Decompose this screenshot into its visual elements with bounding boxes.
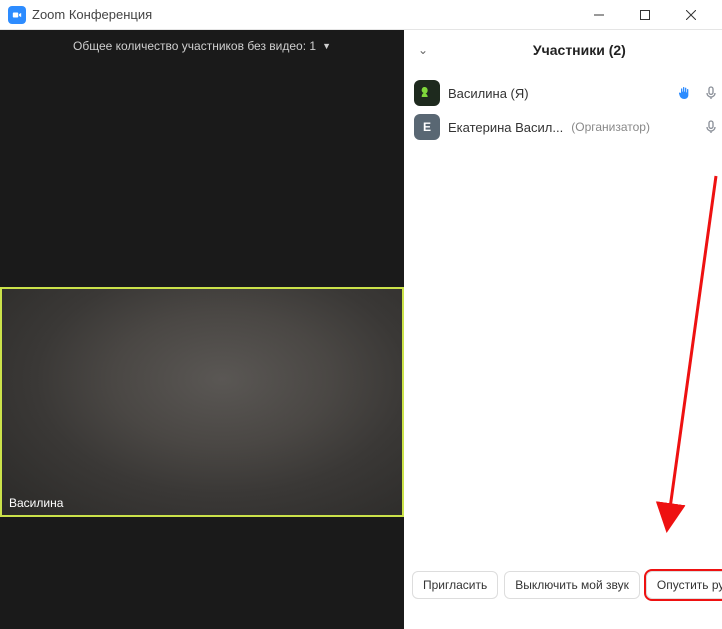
- avatar: Е: [414, 114, 440, 140]
- participant-name: Василина (Я): [448, 86, 529, 101]
- participant-role: (Организатор): [571, 120, 650, 134]
- avatar-letter: Е: [423, 120, 431, 134]
- no-video-count-label: Общее количество участников без видео: 1: [73, 39, 316, 53]
- microphone-icon: [703, 85, 719, 101]
- zoom-app-icon: [8, 6, 26, 24]
- invite-button[interactable]: Пригласить: [412, 571, 498, 599]
- microphone-icon: [703, 119, 719, 135]
- participant-row[interactable]: Василина (Я): [414, 76, 722, 110]
- chevron-down-icon: ▼: [322, 41, 331, 51]
- window-minimize-button[interactable]: [576, 0, 622, 30]
- participants-header: Участники (2): [438, 42, 722, 58]
- mute-my-audio-button[interactable]: Выключить мой звук: [504, 571, 640, 599]
- avatar: [414, 80, 440, 106]
- window-close-button[interactable]: [668, 0, 714, 30]
- window-title: Zoom Конференция: [32, 7, 152, 22]
- participant-row[interactable]: Е Екатерина Васил... (Организатор): [414, 110, 722, 144]
- lower-hand-button[interactable]: Опустить руку: [646, 571, 722, 599]
- video-pane: Общее количество участников без видео: 1…: [0, 30, 404, 629]
- hand-raised-icon: [677, 85, 693, 101]
- self-video-tile[interactable]: Василина: [0, 287, 404, 517]
- participant-name: Екатерина Васил...: [448, 120, 563, 135]
- participants-footer: Пригласить Выключить мой звук Опустить р…: [404, 561, 722, 629]
- titlebar: Zoom Конференция: [0, 0, 722, 30]
- collapse-panel-icon[interactable]: ⌄: [418, 43, 438, 57]
- window-maximize-button[interactable]: [622, 0, 668, 30]
- participants-panel: ⌄ Участники (2) Василина (Я): [404, 30, 722, 629]
- video-tile-name: Василина: [6, 495, 66, 511]
- no-video-participants-dropdown[interactable]: Общее количество участников без видео: 1…: [0, 30, 404, 54]
